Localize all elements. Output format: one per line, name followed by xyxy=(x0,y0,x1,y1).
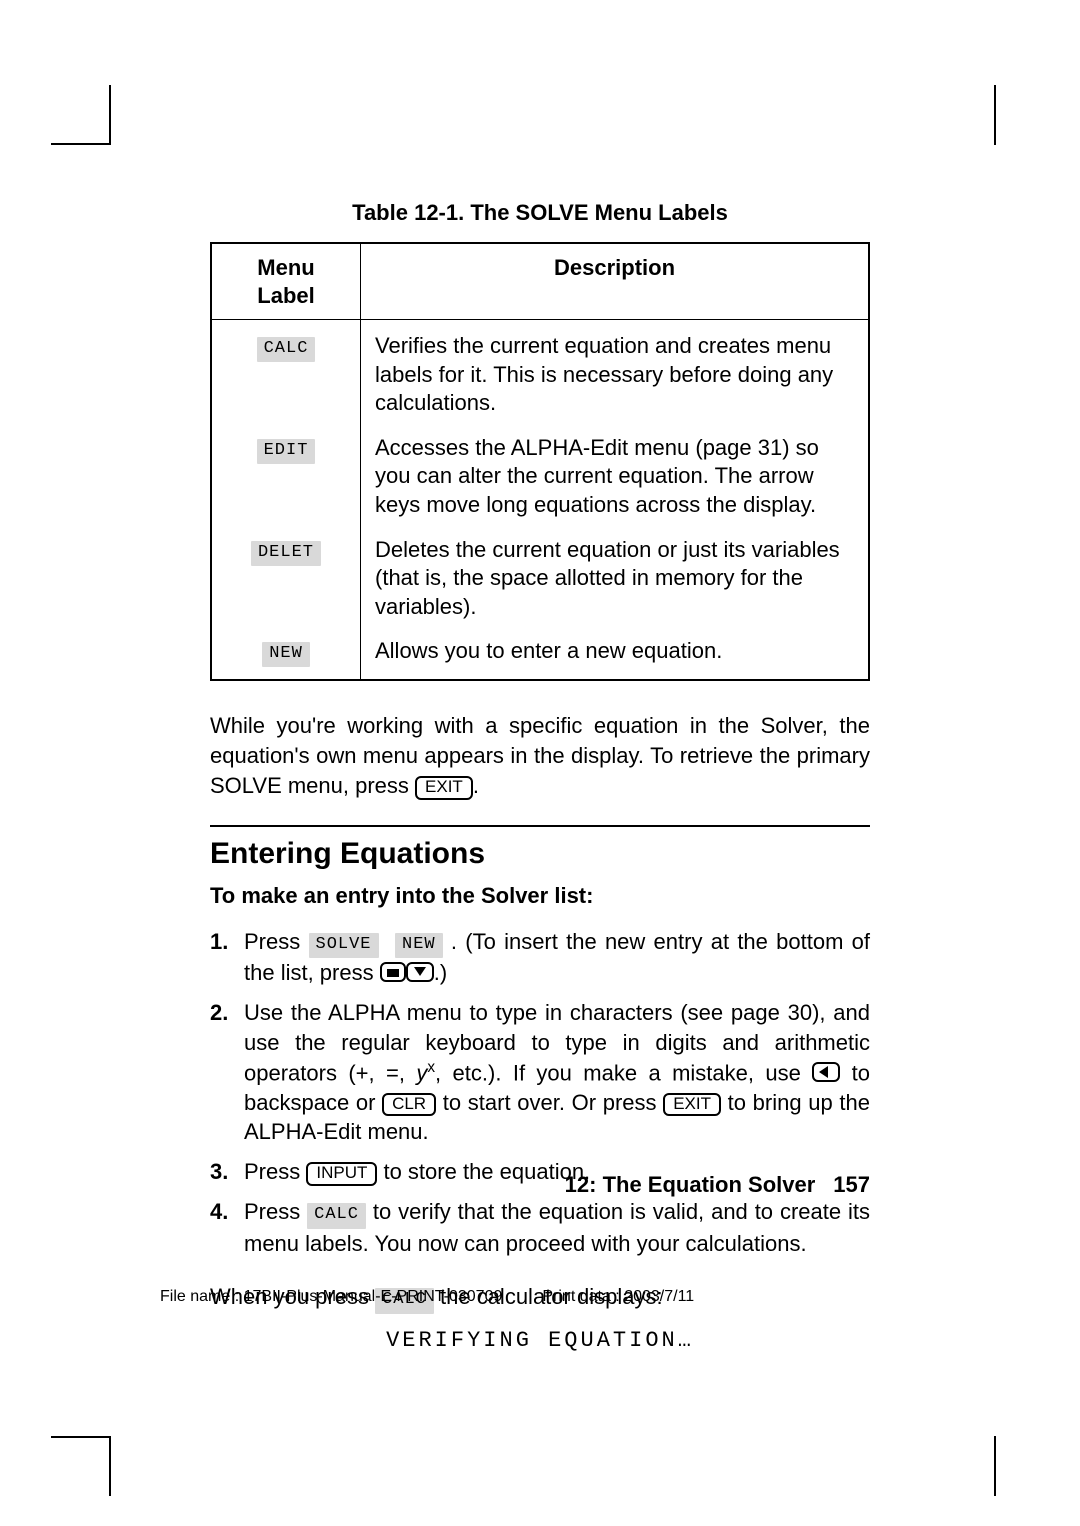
step-number: 3. xyxy=(210,1157,228,1187)
step-number: 1. xyxy=(210,927,228,957)
table-cell-desc: Accesses the ALPHA-Edit menu (page 31) s… xyxy=(361,426,870,528)
print-date-text: Print data : 2003/7/11 xyxy=(542,1288,694,1305)
step-item: 1. Press SOLVE NEW . (To insert the new … xyxy=(210,927,870,989)
table-head-desc: Description xyxy=(361,243,870,320)
section-subheading: To make an entry into the Solver list: xyxy=(210,883,870,909)
crop-mark xyxy=(994,1436,996,1496)
section-heading: Entering Equations xyxy=(210,837,870,871)
crop-mark xyxy=(109,1436,111,1496)
down-arrow-key-icon xyxy=(406,962,434,982)
exit-key: EXIT xyxy=(415,776,473,800)
table-cell-desc: Allows you to enter a new equation. xyxy=(361,629,870,680)
backspace-key-icon xyxy=(812,1062,840,1082)
table-row: EDIT Accesses the ALPHA-Edit menu (page … xyxy=(211,426,869,528)
shift-key-icon xyxy=(380,962,406,982)
step-item: 2. Use the ALPHA menu to type in charact… xyxy=(210,998,870,1147)
menu-key-new: NEW xyxy=(262,642,310,667)
paragraph-solve-menu: While you're working with a specific equ… xyxy=(210,711,870,800)
crop-mark xyxy=(51,1436,111,1438)
table-cell-desc: Deletes the current equation or just its… xyxy=(361,528,870,630)
page-footer: 12: The Equation Solver 157 xyxy=(565,1172,870,1198)
step-number: 2. xyxy=(210,998,228,1028)
print-file-line: File name : 17BII-Plus-Manual-E-PRINT-03… xyxy=(160,1288,694,1306)
menu-key-calc: CALC xyxy=(307,1203,366,1229)
step-number: 4. xyxy=(210,1197,228,1227)
menu-key-new: NEW xyxy=(395,933,443,959)
menu-key-solve: SOLVE xyxy=(309,933,379,959)
table-caption: Table 12-1. The SOLVE Menu Labels xyxy=(210,200,870,226)
exit-key: EXIT xyxy=(663,1093,721,1117)
table-row: DELET Deletes the current equation or ju… xyxy=(211,528,869,630)
footer-chapter: 12: The Equation Solver xyxy=(565,1172,816,1197)
section-rule xyxy=(210,825,870,827)
solve-menu-table: Menu Label Description CALC Verifies the… xyxy=(210,242,870,681)
table-row: CALC Verifies the current equation and c… xyxy=(211,320,869,426)
crop-mark xyxy=(994,85,996,145)
menu-key-delet: DELET xyxy=(251,541,321,566)
lcd-display-line: VERIFYING EQUATION… xyxy=(210,1328,870,1353)
crop-mark xyxy=(109,85,111,145)
file-name-text: File name : 17BII-Plus-Manual-E-PRINT-03… xyxy=(160,1288,502,1305)
steps-list: 1. Press SOLVE NEW . (To insert the new … xyxy=(210,927,870,1259)
table-head-label: Menu Label xyxy=(211,243,361,320)
clr-key: CLR xyxy=(382,1093,436,1117)
table-row: NEW Allows you to enter a new equation. xyxy=(211,629,869,680)
input-key: INPUT xyxy=(306,1162,377,1186)
page: Table 12-1. The SOLVE Menu Labels Menu L… xyxy=(0,0,1080,1526)
footer-page-number: 157 xyxy=(833,1172,870,1197)
crop-mark xyxy=(51,143,111,145)
table-cell-desc: Verifies the current equation and create… xyxy=(361,320,870,426)
step-item: 4. Press CALC to verify that the equatio… xyxy=(210,1197,870,1259)
content-area: Table 12-1. The SOLVE Menu Labels Menu L… xyxy=(210,200,870,1413)
menu-key-edit: EDIT xyxy=(257,439,316,464)
menu-key-calc: CALC xyxy=(257,337,316,362)
